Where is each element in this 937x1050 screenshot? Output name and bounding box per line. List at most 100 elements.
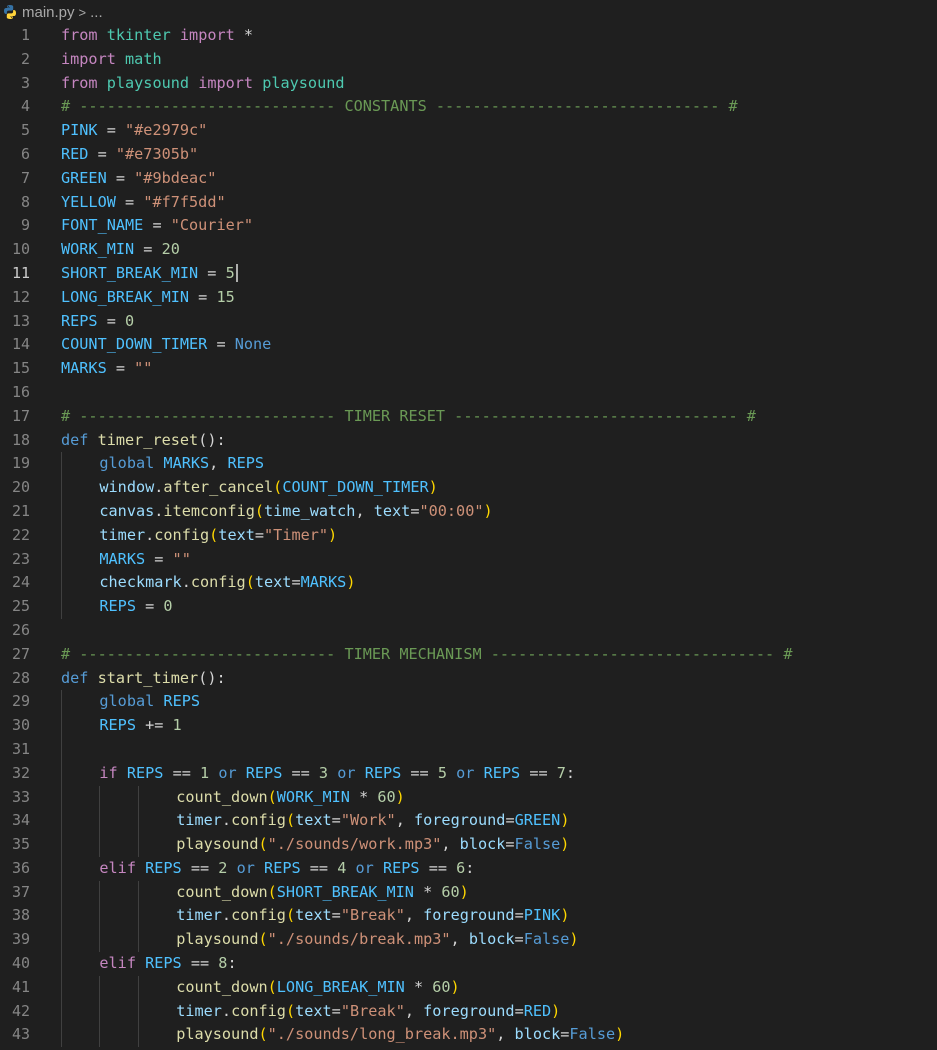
code-line[interactable]: 10 WORK_MIN = 20	[0, 238, 937, 262]
code-line[interactable]: 20 window.after_cancel(COUNT_DOWN_TIMER)	[0, 476, 937, 500]
code-token: 60	[377, 787, 396, 806]
breadcrumb-file[interactable]: main.py	[22, 4, 75, 21]
code-token: text	[218, 525, 255, 544]
code-line[interactable]: 17 # ---------------------------- TIMER R…	[0, 405, 937, 429]
code-line[interactable]: 34 timer.config(text="Work", foreground=G…	[0, 809, 937, 834]
code-line[interactable]: 22 timer.config(text="Timer")	[0, 523, 937, 548]
code-token: =	[291, 573, 301, 592]
code-text: # ---------------------------- CONSTANTS…	[61, 95, 738, 119]
code-line[interactable]: 27 # ---------------------------- TIMER M…	[0, 643, 937, 667]
code-text: WORK_MIN = 20	[61, 238, 180, 262]
code-line[interactable]: 24 checkmark.config(text=MARKS)	[0, 571, 937, 596]
indent-guide	[99, 975, 101, 1000]
code-line[interactable]: 4 # ---------------------------- CONSTANT…	[0, 95, 937, 119]
code-text: RED = "#e7305b"	[61, 143, 198, 167]
code-token: 1	[172, 716, 182, 735]
line-number: 42	[11, 1001, 30, 1020]
code-text: playsound("./sounds/break.mp3", block=Fa…	[176, 928, 578, 952]
indent-guide	[61, 737, 62, 762]
code-token: ==	[282, 763, 319, 782]
code-line[interactable]: 8 YELLOW = "#f7f5dd"	[0, 191, 937, 215]
code-line[interactable]: 26	[0, 619, 937, 643]
code-line[interactable]: 30 REPS += 1	[0, 714, 937, 738]
code-line[interactable]: 29 global REPS	[0, 690, 937, 715]
code-token: # ---------------------------- TIMER RES…	[61, 406, 756, 425]
code-line[interactable]: 19 global MARKS, REPS	[0, 452, 937, 477]
line-number: 1	[20, 26, 30, 44]
code-token: foreground	[423, 906, 515, 925]
code-token: )	[483, 501, 493, 520]
code-text: global MARKS, REPS	[99, 452, 264, 476]
code-line[interactable]: 39 playsound("./sounds/break.mp3", block=…	[0, 928, 937, 953]
code-line[interactable]: 1 from tkinter import *	[0, 24, 937, 48]
line-number: 21	[11, 501, 30, 520]
code-line[interactable]: 40 elif REPS == 8:	[0, 952, 937, 976]
code-token: ,	[404, 906, 424, 925]
code-token: REPS	[163, 692, 200, 711]
line-number: 26	[11, 620, 30, 639]
code-line[interactable]: 5 PINK = "#e2979c"	[0, 119, 937, 143]
code-line[interactable]: 25 REPS = 0	[0, 595, 937, 619]
line-number: 36	[11, 858, 30, 877]
code-line[interactable]: 41 count_down(LONG_BREAK_MIN * 60)	[0, 975, 937, 1000]
code-line[interactable]: 13 REPS = 0	[0, 310, 937, 334]
code-token: =	[514, 1001, 524, 1020]
code-token: COUNT_DOWN_TIMER	[61, 335, 208, 354]
code-token: timer	[176, 906, 222, 925]
code-line[interactable]: 23 MARKS = ""	[0, 547, 937, 572]
code-token: from	[61, 26, 98, 44]
code-line[interactable]: 43 playsound("./sounds/long_break.mp3", b…	[0, 1023, 937, 1048]
code-text: timer.config(text="Work", foreground=GRE…	[176, 809, 569, 833]
code-line[interactable]: 37 count_down(SHORT_BREAK_MIN * 60)	[0, 880, 937, 905]
code-token: =	[134, 240, 162, 259]
code-token: =	[331, 811, 341, 830]
code-text: REPS += 1	[99, 714, 181, 738]
code-line[interactable]: 2 import math	[0, 48, 937, 72]
line-number: 32	[11, 763, 30, 782]
code-line[interactable]: 36 elif REPS == 2 or REPS == 4 or REPS ==…	[0, 856, 937, 881]
code-editor[interactable]: 1 from tkinter import * 2 import math 3 from …	[0, 24, 937, 1048]
code-token: REPS	[99, 716, 136, 735]
code-text: REPS = 0	[61, 310, 134, 334]
code-line[interactable]: 15 MARKS = ""	[0, 357, 937, 381]
code-line[interactable]: 14 COUNT_DOWN_TIMER = None	[0, 333, 937, 357]
code-line[interactable]: 35 playsound("./sounds/work.mp3", block=F…	[0, 833, 937, 857]
code-line[interactable]: 3 from playsound import playsound	[0, 72, 937, 96]
code-line[interactable]: 7 GREEN = "#9bdeac"	[0, 167, 937, 191]
code-line[interactable]: 21 canvas.itemconfig(time_watch, text="00…	[0, 499, 937, 524]
code-line[interactable]: 42 timer.config(text="Break", foreground=…	[0, 999, 937, 1024]
code-token: "./sounds/work.mp3"	[267, 835, 442, 854]
code-token: )	[328, 525, 338, 544]
indent-guide	[61, 880, 62, 905]
code-token: LONG_BREAK_MIN	[61, 287, 190, 306]
code-line[interactable]: 6 RED = "#e7305b"	[0, 143, 937, 167]
code-line[interactable]: 9 FONT_NAME = "Courier"	[0, 214, 937, 238]
line-number: 25	[11, 597, 30, 616]
line-number: 4	[20, 97, 30, 116]
code-line[interactable]: 32 if REPS == 1 or REPS == 3 or REPS == 5…	[0, 761, 937, 786]
code-line[interactable]: 28 def start_timer():	[0, 667, 937, 691]
code-token: (	[285, 906, 296, 925]
code-token: timer	[99, 525, 146, 544]
code-line[interactable]: 16	[0, 381, 937, 405]
code-line[interactable]: 33 count_down(WORK_MIN * 60)	[0, 785, 937, 810]
code-line[interactable]: 31	[0, 737, 937, 762]
indent-guide	[99, 999, 101, 1024]
breadcrumb-rest[interactable]: ...	[90, 4, 103, 21]
indent-guide	[99, 833, 101, 857]
code-line[interactable]: 38 timer.config(text="Break", foreground=…	[0, 904, 937, 929]
code-line[interactable]: 12 LONG_BREAK_MIN = 15	[0, 286, 937, 310]
code-token: :	[465, 858, 475, 877]
code-line[interactable]: 11 SHORT_BREAK_MIN = 5	[0, 262, 937, 286]
code-token: playsound	[176, 835, 259, 854]
code-token: None	[234, 335, 272, 354]
code-line[interactable]: 18 def timer_reset():	[0, 429, 937, 453]
line-number: 2	[20, 49, 30, 68]
code-text: timer.config(text="Timer")	[99, 524, 337, 548]
indent-guide	[137, 904, 139, 929]
